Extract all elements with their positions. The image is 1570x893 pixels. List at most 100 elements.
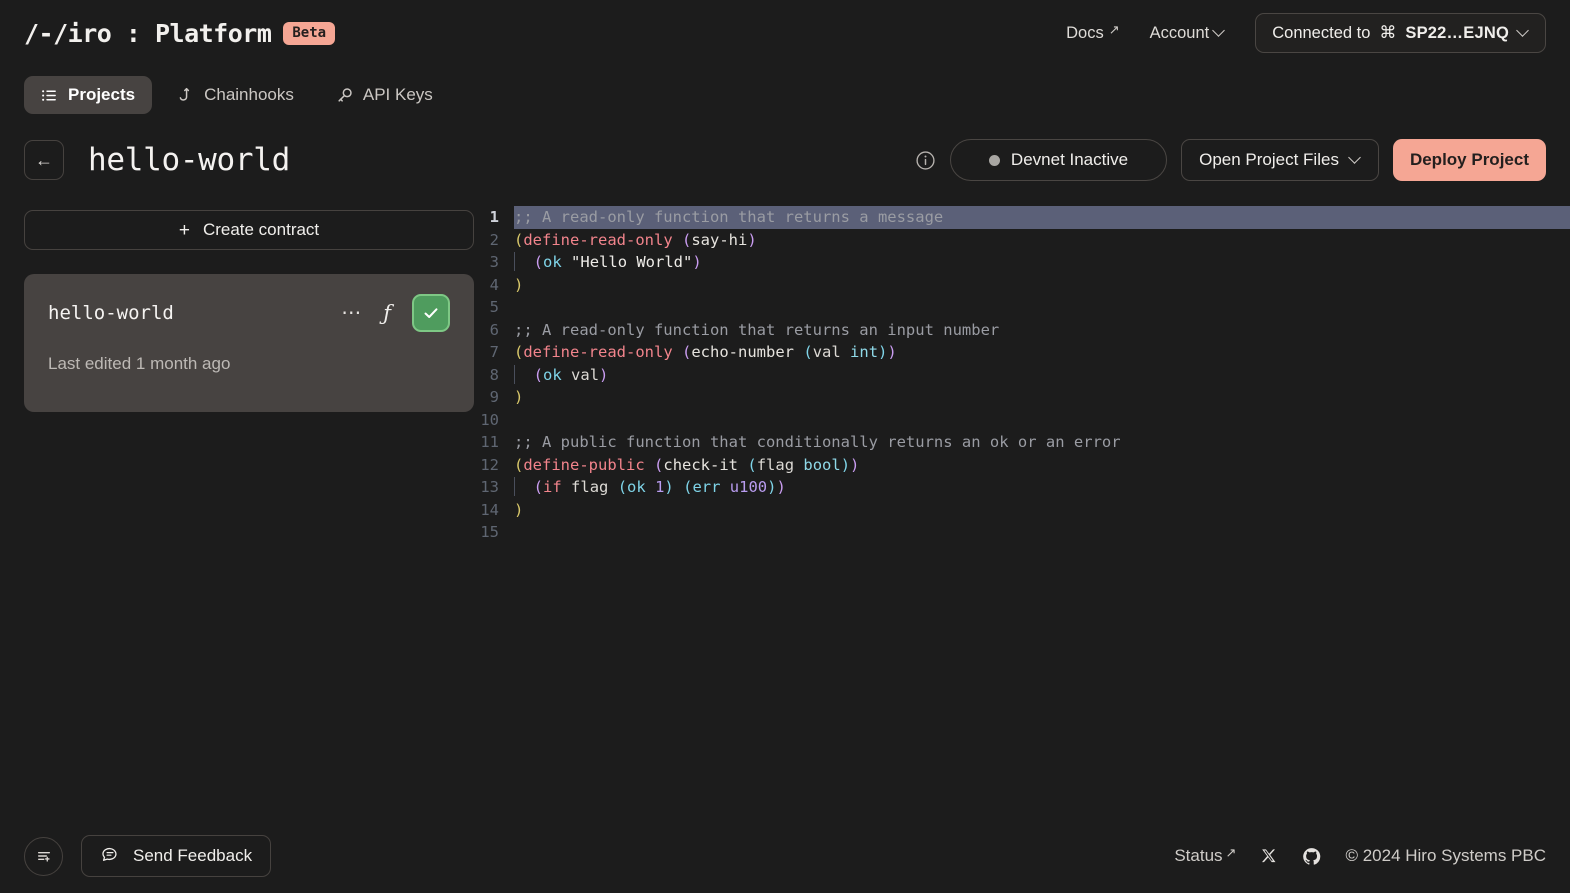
code-line[interactable]: 9) <box>474 386 1570 409</box>
contract-card[interactable]: hello-world ⋯ ƒ Last edited 1 month ago <box>24 274 474 412</box>
code-line[interactable]: 14) <box>474 499 1570 522</box>
footer-links: Status ↗ © 2024 Hiro Systems PBC <box>1174 845 1546 866</box>
connected-address: SP22…EJNQ <box>1405 23 1509 42</box>
create-contract-button[interactable]: + Create contract <box>24 210 474 250</box>
hook-icon <box>177 87 194 104</box>
send-feedback-button[interactable]: Send Feedback <box>81 835 272 877</box>
back-button[interactable]: ← <box>24 140 64 180</box>
main-nav-tabs: Projects Chainhooks API Keys <box>0 66 1570 124</box>
code-line[interactable]: 13 (if flag (ok 1) (err u100)) <box>474 476 1570 499</box>
code-token: flag <box>571 478 609 496</box>
key-icon <box>336 87 353 104</box>
code-token: check-it <box>663 455 739 474</box>
code-line[interactable]: 4) <box>474 274 1570 297</box>
ellipsis-icon[interactable]: ⋯ <box>341 303 362 323</box>
line-number: 10 <box>480 410 499 429</box>
code-line[interactable]: 3 (ok "Hello World") <box>474 251 1570 274</box>
account-label: Account <box>1149 23 1210 42</box>
code-token: ;; A public function that conditionally … <box>514 433 1121 451</box>
line-content[interactable]: (define-read-only (say-hi) <box>514 229 1570 252</box>
code-token: ( <box>617 478 628 496</box>
code-token: say-hi <box>691 230 748 249</box>
x-twitter-icon[interactable] <box>1260 847 1278 865</box>
devnet-status-button[interactable]: Devnet Inactive <box>949 139 1168 181</box>
line-content[interactable]: (define-public (check-it (flag bool)) <box>514 454 1570 477</box>
code-line[interactable]: 7 (define-read-only (echo-number (val int… <box>474 341 1570 364</box>
code-token: ok <box>543 253 562 271</box>
line-content[interactable]: (ok "Hello World") <box>514 251 1570 274</box>
code-line[interactable]: 2 (define-read-only (say-hi) <box>474 229 1570 252</box>
line-content[interactable]: ;; A public function that conditionally … <box>514 431 1570 454</box>
line-content[interactable]: ) <box>514 386 1570 409</box>
function-icon[interactable]: ƒ <box>383 301 391 325</box>
contract-select-checkbox[interactable] <box>412 294 450 332</box>
account-menu[interactable]: Account <box>1150 24 1226 43</box>
tab-api-keys[interactable]: API Keys <box>319 76 450 114</box>
code-token: ) <box>887 343 897 361</box>
code-line[interactable]: 1 ;; A read-only function that returns a … <box>474 206 1570 229</box>
code-token: ;; A read-only function that returns an … <box>514 320 1000 339</box>
list-icon <box>41 87 58 104</box>
github-icon[interactable] <box>1302 847 1321 866</box>
code-token: ( <box>514 230 524 249</box>
line-content[interactable]: ) <box>514 274 1570 297</box>
list-plus-icon[interactable] <box>24 836 63 876</box>
connected-wallet-button[interactable]: Connected to ⌘ SP22…EJNQ <box>1255 13 1546 53</box>
line-content[interactable]: ;; A read-only function that returns an … <box>514 319 1570 342</box>
platform-app: /-/iro : Platform Beta Docs ↗ Account Co… <box>0 0 1570 893</box>
code-token: u100 <box>729 478 768 496</box>
code-line[interactable]: 8 (ok val) <box>474 364 1570 387</box>
docs-link[interactable]: Docs ↗ <box>1066 22 1120 43</box>
stacks-glyph-icon: ⌘ <box>1379 23 1397 42</box>
code-line[interactable]: 11 ;; A public function that conditionall… <box>474 431 1570 454</box>
contract-card-header: hello-world ⋯ ƒ <box>48 294 450 332</box>
code-editor[interactable]: 1 ;; A read-only function that returns a … <box>474 196 1570 819</box>
footer-bar: Send Feedback Status ↗ © 2024 Hiro Syste… <box>0 819 1570 893</box>
connected-prefix: Connected to <box>1272 23 1371 42</box>
deploy-project-button[interactable]: Deploy Project <box>1392 139 1546 181</box>
code-token: ) <box>514 388 524 406</box>
send-feedback-label: Send Feedback <box>133 846 253 865</box>
arrow-left-icon: ← <box>35 149 53 170</box>
code-line[interactable]: 15 <box>474 521 1570 544</box>
code-line[interactable]: 5 <box>474 296 1570 319</box>
line-content[interactable]: (if flag (ok 1) (err u100)) <box>514 476 1570 499</box>
line-number: 12 <box>480 455 499 474</box>
code-token: ( <box>533 253 544 271</box>
code-line[interactable]: 10 <box>474 409 1570 432</box>
line-content[interactable]: ) <box>514 499 1570 522</box>
create-contract-label: Create contract <box>202 220 320 239</box>
code-token: val <box>571 365 600 384</box>
tab-chainhooks[interactable]: Chainhooks <box>160 76 311 114</box>
tab-projects[interactable]: Projects <box>24 76 153 114</box>
code-lines[interactable]: 1 ;; A read-only function that returns a … <box>474 206 1570 544</box>
code-token: ) <box>514 275 524 294</box>
copyright-text: © 2024 Hiro Systems PBC <box>1345 846 1546 865</box>
code-line[interactable]: 12 (define-public (check-it (flag bool)) <box>474 454 1570 477</box>
line-content[interactable]: (ok val) <box>514 364 1570 387</box>
brand-name: /-/iro : Platform <box>24 18 272 48</box>
message-icon <box>100 844 120 869</box>
project-header-actions: Devnet Inactive Open Project Files Deplo… <box>915 139 1546 181</box>
contracts-sidebar: + Create contract hello-world ⋯ ƒ Last e… <box>24 196 474 819</box>
info-circle-icon[interactable] <box>915 150 936 171</box>
tab-api-keys-label: API Keys <box>362 85 433 104</box>
open-project-files-button[interactable]: Open Project Files <box>1181 139 1379 181</box>
line-content[interactable]: ;; A read-only function that returns a m… <box>514 206 1570 229</box>
line-number: 8 <box>489 365 499 384</box>
brand-logo[interactable]: /-/iro : Platform Beta <box>24 18 336 48</box>
code-line[interactable]: 6 ;; A read-only function that returns an… <box>474 319 1570 342</box>
status-link[interactable]: Status ↗ <box>1174 845 1236 866</box>
code-token: ) <box>514 500 524 519</box>
line-content[interactable]: (define-read-only (echo-number (val int)… <box>514 341 1570 364</box>
